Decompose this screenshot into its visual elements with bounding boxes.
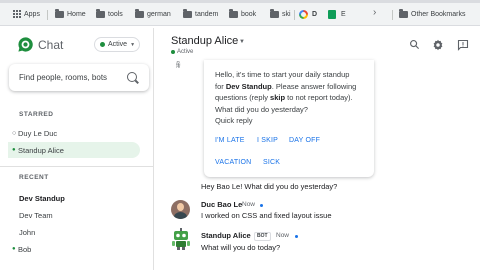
- bookmark-label: ski: [282, 10, 291, 18]
- bookmark-label: Home: [67, 10, 86, 18]
- user-message: I worked on CSS and fixed layout issue: [201, 211, 332, 220]
- card-line: for Dev Standup. Please answer following: [215, 81, 357, 91]
- chat-title[interactable]: Standup Alice: [171, 35, 238, 47]
- sidebar-item-dev-standup[interactable]: Dev Standup: [19, 191, 65, 205]
- status-label: Active: [108, 41, 128, 48]
- bookmark-label: tools: [108, 10, 123, 18]
- message-time: Now: [276, 232, 290, 239]
- bookmark-label: D: [312, 10, 318, 18]
- card-line: questions (reply skip to not report toda…: [215, 93, 353, 102]
- bookmark-label: tandem: [195, 10, 219, 18]
- search-icon[interactable]: [127, 72, 137, 82]
- sender-name: Standup Alice: [201, 231, 251, 240]
- bookmark-d[interactable]: D: [312, 8, 317, 20]
- chevron-down-icon[interactable]: ▼: [239, 39, 245, 45]
- bookmark-label: E: [341, 10, 346, 18]
- folder-icon: [399, 8, 408, 18]
- chat-logo-icon: [18, 37, 33, 52]
- bookmarks-bar: Apps Home tools german tandem book ski D…: [0, 3, 480, 26]
- standup-prompt-card: Hello, it's time to start your daily sta…: [204, 60, 374, 177]
- status-dropdown[interactable]: Active ▼: [94, 37, 140, 52]
- bookmark-apps[interactable]: Apps: [13, 8, 40, 20]
- folder-icon: [229, 8, 238, 18]
- bookmark-e[interactable]: E: [341, 8, 346, 20]
- im-late-button[interactable]: I'M LATE: [215, 137, 245, 144]
- sidebar-item-label: Dev Standup: [19, 193, 65, 203]
- sidebar-item-standup-alice[interactable]: ● Standup Alice: [8, 142, 140, 158]
- vacation-button[interactable]: VACATION: [215, 159, 251, 166]
- chat-status: Active: [171, 49, 193, 55]
- feedback-icon[interactable]: [457, 39, 469, 51]
- chat-status-label: Active: [177, 49, 194, 55]
- card-line: Hello, it's time to start your daily sta…: [215, 70, 350, 79]
- bookmark-tools[interactable]: tools: [96, 8, 123, 20]
- sick-button[interactable]: SICK: [263, 159, 280, 166]
- bot-question-message: Hey Bao Le! What did you do yesterday?: [201, 182, 338, 191]
- avatar[interactable]: [171, 200, 190, 219]
- recent-section-label: RECENT: [19, 174, 49, 181]
- folder-icon: [96, 8, 105, 18]
- bookmark-label: book: [241, 10, 257, 18]
- sidebar-item-label: Duy Le Duc: [18, 128, 58, 138]
- sidebar-item-label: Standup Alice: [18, 145, 64, 155]
- folder-icon: [270, 8, 279, 18]
- gear-icon[interactable]: [432, 39, 444, 51]
- bot-avatar-icon[interactable]: [171, 228, 191, 250]
- sidebar-item-john[interactable]: John: [19, 225, 35, 239]
- bookmark-other[interactable]: Other Bookmarks: [399, 8, 465, 20]
- bookmark-tandem[interactable]: tandem: [183, 8, 218, 20]
- card-line: What did you do yesterday?: [215, 104, 308, 114]
- sidebar-item-label: John: [19, 227, 36, 237]
- bookmark-german[interactable]: german: [135, 8, 171, 20]
- starred-section-label: STARRED: [19, 111, 54, 118]
- day-off-button[interactable]: DAY OFF: [289, 137, 320, 144]
- active-dot-icon: [100, 42, 105, 47]
- bot-message: What will you do today?: [201, 243, 281, 252]
- active-dot-icon: [171, 50, 175, 54]
- sidebar-item-label: Bob: [18, 244, 32, 254]
- bookmark-ski[interactable]: ski: [270, 8, 291, 20]
- message-time: Now: [242, 201, 256, 208]
- bot-badge: BOT: [254, 232, 271, 241]
- bookmark-home[interactable]: Home: [55, 8, 86, 20]
- bookmark-label: german: [147, 10, 171, 18]
- unread-dot-icon: [295, 235, 298, 238]
- search-input[interactable]: [19, 71, 124, 84]
- folder-icon: [135, 8, 144, 18]
- sidebar-divider: [0, 166, 153, 167]
- google-icon[interactable]: [299, 10, 308, 19]
- skip-button[interactable]: I SKIP: [257, 137, 278, 144]
- bookmark-label: Apps: [24, 10, 40, 18]
- search-box: [9, 64, 149, 91]
- bookmark-label: Other Bookmarks: [411, 10, 466, 18]
- bookmark-separator: [47, 10, 48, 20]
- card-text: Hello, it's time to start your daily sta…: [215, 69, 370, 127]
- chevron-right-icon[interactable]: ›: [373, 7, 376, 18]
- sheets-icon[interactable]: [328, 10, 336, 19]
- bookmark-separator: [294, 10, 295, 20]
- search-icon[interactable]: [409, 39, 420, 50]
- bookmark-separator: [392, 10, 393, 20]
- unread-dot-icon: [260, 204, 263, 207]
- sender-name: Duc Bao Le: [201, 200, 243, 209]
- bookmark-book[interactable]: book: [229, 8, 256, 20]
- app-title: Chat: [38, 38, 64, 52]
- card-line: Quick reply: [215, 116, 253, 125]
- folder-icon: [55, 8, 64, 18]
- sidebar-item-duy-le-duc[interactable]: ○ Duy Le Duc: [12, 126, 57, 140]
- sidebar-border: [153, 28, 154, 270]
- sidebar-item-dev-team[interactable]: Dev Team: [19, 208, 53, 222]
- sidebar-item-label: Dev Team: [19, 210, 53, 220]
- caret-down-icon: ▼: [130, 41, 136, 48]
- bot-avatar-icon: ꆜ: [175, 61, 182, 70]
- sidebar-item-bob[interactable]: ● Bob: [12, 242, 31, 256]
- folder-icon: [183, 8, 192, 18]
- apps-grid-icon: [13, 10, 21, 18]
